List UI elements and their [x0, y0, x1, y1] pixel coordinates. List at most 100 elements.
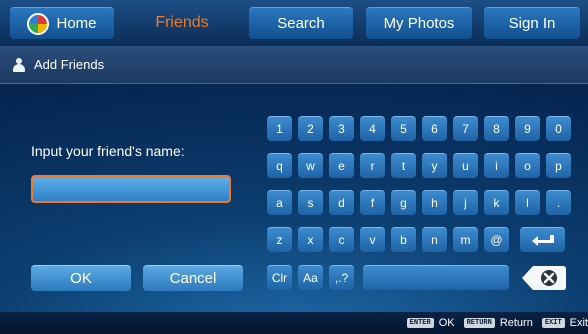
- keyboard-key[interactable]: @: [484, 227, 509, 252]
- enter-key[interactable]: [520, 227, 565, 252]
- cancel-button-label: Cancel: [169, 270, 217, 287]
- keyboard-key[interactable]: e: [329, 153, 354, 178]
- keyboard-key-label: d: [338, 196, 345, 210]
- keyboard-key-label: 4: [369, 122, 376, 136]
- keyboard-key-label: t: [401, 159, 406, 173]
- tab-search[interactable]: Search: [249, 7, 353, 39]
- name-prompt: Input your friend's name:: [31, 143, 185, 159]
- keyboard-key[interactable]: g: [391, 190, 416, 215]
- keyboard-key[interactable]: r: [360, 153, 385, 178]
- keyboard-key[interactable]: y: [422, 153, 447, 178]
- keyboard-key[interactable]: m: [453, 227, 478, 252]
- tab-friends[interactable]: Friends: [127, 7, 237, 39]
- keyboard-key[interactable]: z: [267, 227, 292, 252]
- app-logo-icon: [27, 12, 50, 35]
- enter-arrow-icon: [531, 235, 554, 246]
- case-toggle-key[interactable]: Aa: [298, 265, 323, 290]
- keyboard-key[interactable]: x: [298, 227, 323, 252]
- symbols-key[interactable]: ,.?: [329, 265, 354, 290]
- keyboard-key-label: e: [338, 159, 345, 173]
- keyboard-key[interactable]: q: [267, 153, 292, 178]
- keyboard-key[interactable]: f: [360, 190, 385, 215]
- tab-my-photos[interactable]: My Photos: [366, 7, 472, 39]
- keyboard-key[interactable]: 3: [329, 116, 354, 141]
- ok-button-label: OK: [70, 270, 92, 287]
- keyboard-key-label: 1: [276, 122, 283, 136]
- keyboard-key[interactable]: 5: [391, 116, 416, 141]
- keyboard-key-label: z: [276, 233, 283, 247]
- keyboard-key[interactable]: d: [329, 190, 354, 215]
- keyboard-key[interactable]: 2: [298, 116, 323, 141]
- keyboard-key[interactable]: b: [391, 227, 416, 252]
- keyboard-key-label: f: [370, 196, 375, 210]
- keyboard-key-label: b: [400, 233, 407, 247]
- keyboard-key-label: 7: [462, 122, 469, 136]
- case-toggle-label: Aa: [303, 271, 318, 285]
- keyboard-key[interactable]: 0: [546, 116, 571, 141]
- tab-sign-in[interactable]: Sign In: [484, 7, 580, 39]
- keyboard-key-label: v: [369, 233, 376, 247]
- keyboard-key-label: q: [276, 159, 283, 173]
- keyboard-key-label: 2: [307, 122, 314, 136]
- keyboard-key-label: p: [555, 159, 562, 173]
- keyboard-key-label: c: [338, 233, 345, 247]
- keyboard-key[interactable]: l: [515, 190, 540, 215]
- return-key-badge: RETURN: [463, 318, 495, 328]
- clear-key-label: Clr: [271, 271, 288, 285]
- keyboard-key[interactable]: u: [453, 153, 478, 178]
- keyboard-key-label: m: [460, 233, 471, 247]
- keyboard-key[interactable]: h: [422, 190, 447, 215]
- keyboard-key-label: @: [490, 233, 503, 247]
- tab-sign-in-label: Sign In: [508, 15, 556, 32]
- keyboard-key-label: w: [306, 159, 315, 173]
- enter-hint-label: OK: [438, 317, 455, 329]
- keyboard-key[interactable]: 7: [453, 116, 478, 141]
- keyboard-key-label: g: [400, 196, 407, 210]
- keyboard-key-label: 9: [524, 122, 531, 136]
- keyboard-key-label: o: [524, 159, 531, 173]
- footer-hint-bar: ENTER OK RETURN Return EXIT Exit: [0, 312, 588, 334]
- keyboard-key-label: x: [307, 233, 314, 247]
- keyboard-key[interactable]: .: [546, 190, 571, 215]
- keyboard-key[interactable]: o: [515, 153, 540, 178]
- keyboard-key[interactable]: 9: [515, 116, 540, 141]
- keyboard-key[interactable]: a: [267, 190, 292, 215]
- keyboard-key-label: .: [556, 196, 561, 210]
- tab-my-photos-label: My Photos: [383, 15, 455, 32]
- keyboard-key-label: a: [276, 196, 283, 210]
- keyboard-key[interactable]: w: [298, 153, 323, 178]
- keyboard-key[interactable]: i: [484, 153, 509, 178]
- keyboard-key-label: k: [493, 196, 500, 210]
- ok-button[interactable]: OK: [31, 265, 131, 291]
- tab-home[interactable]: Home: [10, 7, 114, 39]
- cancel-button[interactable]: Cancel: [143, 265, 243, 291]
- keyboard-key-label: y: [431, 159, 438, 173]
- space-key[interactable]: [363, 265, 509, 290]
- keyboard-key-label: 8: [493, 122, 500, 136]
- keyboard-key-label: 0: [555, 122, 562, 136]
- keyboard-key[interactable]: 6: [422, 116, 447, 141]
- keyboard-key-label: n: [431, 233, 438, 247]
- keyboard-key-label: 5: [400, 122, 407, 136]
- page-title: Add Friends: [34, 57, 105, 72]
- keyboard-key-label: 6: [431, 122, 438, 136]
- keyboard-key[interactable]: k: [484, 190, 509, 215]
- keyboard-key[interactable]: c: [329, 227, 354, 252]
- keyboard-key[interactable]: n: [422, 227, 447, 252]
- tab-search-label: Search: [277, 15, 325, 32]
- friend-name-input[interactable]: [31, 175, 231, 203]
- keyboard-key[interactable]: j: [453, 190, 478, 215]
- keyboard-key[interactable]: 4: [360, 116, 385, 141]
- keyboard-key-label: r: [370, 159, 375, 173]
- backspace-key[interactable]: [521, 264, 567, 292]
- top-nav-bar: Home Friends Search My Photos Sign In: [0, 0, 588, 46]
- keyboard-key[interactable]: 1: [267, 116, 292, 141]
- keyboard-key[interactable]: 8: [484, 116, 509, 141]
- clear-key[interactable]: Clr: [267, 265, 292, 290]
- keyboard-key[interactable]: s: [298, 190, 323, 215]
- exit-key-badge: EXIT: [541, 318, 565, 328]
- keyboard-key-label: j: [464, 196, 467, 210]
- keyboard-key[interactable]: v: [360, 227, 385, 252]
- keyboard-key[interactable]: p: [546, 153, 571, 178]
- keyboard-key[interactable]: t: [391, 153, 416, 178]
